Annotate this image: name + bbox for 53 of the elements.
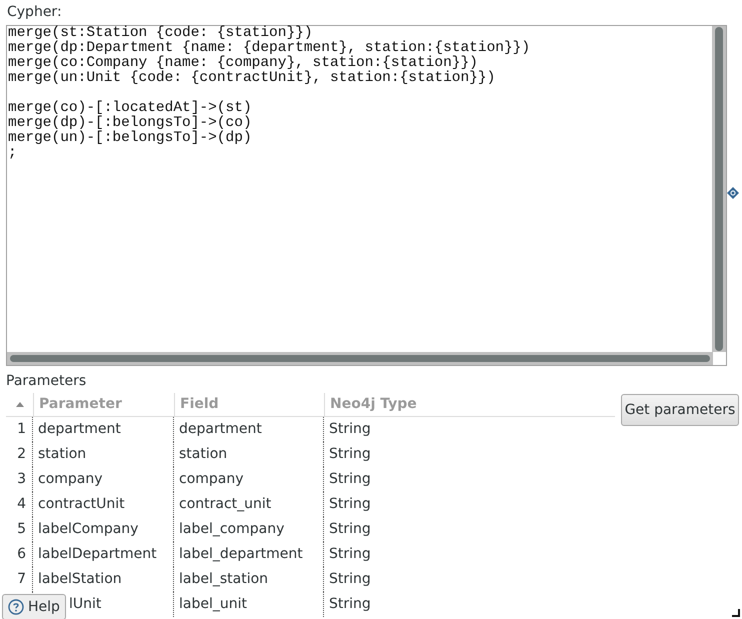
table-cell-text: station xyxy=(38,445,86,464)
table-cell-text: label_department xyxy=(179,545,303,564)
parameters-label: Parameters xyxy=(6,372,86,391)
code-editor[interactable] xyxy=(6,25,727,366)
table-cell-text: company xyxy=(38,470,103,489)
table-cell-text: label_company xyxy=(179,520,284,539)
horizontal-scrollbar[interactable] xyxy=(7,352,713,365)
table-cell-text: String xyxy=(329,495,371,514)
cypher-label: Cypher: xyxy=(7,3,62,22)
table-cell-text: label_unit xyxy=(179,595,247,614)
table-cell-text: labelStation xyxy=(38,570,122,589)
code-line: merge(st:Station {code: {station}}) xyxy=(8,25,313,41)
table-cell-text: String xyxy=(329,470,371,489)
diamond-icon[interactable] xyxy=(727,187,739,199)
table-cell-text: labelDepartment xyxy=(38,545,157,564)
row-number: 4 xyxy=(17,495,26,514)
code-line: merge(un:Unit {code: {contractUnit}, station:{station}}) xyxy=(8,70,496,86)
table-cell-text: department xyxy=(38,420,121,439)
table-cell-text: String xyxy=(329,570,371,589)
code-line: merge(dp:Department {name: {department}, station:{station}}) xyxy=(8,40,530,56)
table-cell-text: String xyxy=(329,445,371,464)
row-number: 6 xyxy=(17,545,26,564)
table-cell-text: department xyxy=(179,420,262,439)
code-line: merge(co)-[:locatedAt]->(st) xyxy=(8,100,252,116)
table-cell-text: labelCompany xyxy=(38,520,138,539)
code-line: merge(co:Company {name: {company}, station:{station}}) xyxy=(8,55,478,71)
column-header[interactable]: Field xyxy=(180,394,219,415)
row-number: 5 xyxy=(17,520,26,539)
table-cell-text: lUnit xyxy=(69,595,102,614)
code-line: merge(dp)-[:belongsTo]->(co) xyxy=(8,115,252,131)
row-number: 2 xyxy=(17,445,26,464)
sort-arrow-icon[interactable] xyxy=(16,402,24,407)
table-cell-text: String xyxy=(329,520,371,539)
row-number: 1 xyxy=(17,420,26,439)
table-cell-text: contractUnit xyxy=(38,495,125,514)
help-icon xyxy=(8,599,24,615)
code-line: merge(un)-[:belongsTo]->(dp) xyxy=(8,130,252,146)
vertical-scrollbar[interactable] xyxy=(712,26,726,352)
column-header[interactable]: Parameter xyxy=(39,394,122,415)
code-line: ; xyxy=(8,145,17,161)
table-cell-text: String xyxy=(329,420,371,439)
table-cell-text: String xyxy=(329,545,371,564)
row-number: 7 xyxy=(17,570,26,589)
table-cell-text: contract_unit xyxy=(179,495,272,514)
table-cell-text: label_station xyxy=(179,570,268,589)
table-cell-text: station xyxy=(179,445,228,464)
row-number: 3 xyxy=(17,470,26,489)
resize-grip-icon[interactable] xyxy=(732,609,740,617)
get-parameters-button[interactable]: Get parameters xyxy=(621,394,739,426)
table-cell-text: String xyxy=(329,595,371,614)
table-cell-text: company xyxy=(179,470,244,489)
help-button[interactable]: Help xyxy=(2,594,66,619)
column-header[interactable]: Neo4j Type xyxy=(330,394,417,415)
